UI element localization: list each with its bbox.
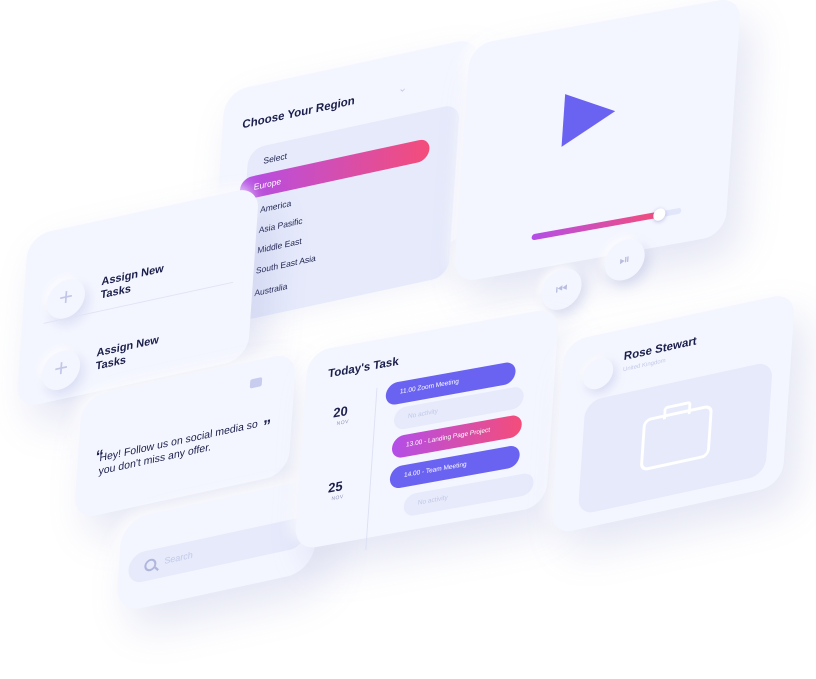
date-day: 20 <box>332 402 349 421</box>
progress-handle[interactable] <box>652 207 666 222</box>
search-input[interactable]: Search <box>127 515 308 585</box>
region-option[interactable]: Select <box>263 151 287 166</box>
avatar[interactable] <box>582 355 615 393</box>
search-icon <box>143 557 157 573</box>
date-day: 25 <box>327 478 344 496</box>
region-option[interactable]: Australia <box>254 281 288 298</box>
quote-close-mark: ” <box>262 417 272 437</box>
progress-fill <box>531 211 660 241</box>
assign-task-label: Assign New Tasks <box>95 333 160 373</box>
media-player-card: ⏮ ⏯ <box>453 0 742 314</box>
assign-task-label: Assign New Tasks <box>100 262 165 302</box>
region-title: Choose Your Region <box>241 94 356 132</box>
quote-text: Hey! Follow us on social media so you do… <box>98 417 259 478</box>
play-pause-icon[interactable]: ⏯ <box>603 235 647 284</box>
plus-icon[interactable]: + <box>40 346 82 394</box>
progress-bar[interactable] <box>531 207 682 241</box>
date-month: NOV <box>336 418 350 428</box>
play-icon[interactable] <box>561 84 618 147</box>
timeline-line <box>365 387 378 551</box>
date-month: NOV <box>331 493 344 503</box>
todays-task-card: Today's Task 20 NOV 25 NOV 11.00 Zoom Me… <box>294 306 560 551</box>
region-option[interactable]: America <box>260 198 292 215</box>
chat-icon <box>249 376 263 389</box>
region-option[interactable]: Middle East <box>257 236 302 256</box>
skip-previous-icon[interactable]: ⏮ <box>540 265 583 314</box>
photo-placeholder[interactable] <box>577 360 774 516</box>
region-option[interactable]: Asia Pasific <box>258 215 303 235</box>
today-title: Today's Task <box>327 355 400 381</box>
profile-card: Rose Stewart United Kingdom <box>550 291 796 536</box>
region-option[interactable]: South East Asia <box>256 253 317 276</box>
search-placeholder: Search <box>164 549 194 567</box>
ui-kit-showcase: Choose Your Region ⌄ Select Europe Ameri… <box>0 0 816 679</box>
camera-icon <box>639 403 714 472</box>
region-option-selected[interactable]: Europe <box>239 137 431 202</box>
chevron-down-icon[interactable]: ⌄ <box>398 80 408 95</box>
region-dropdown[interactable]: Select Europe America Asia Pasific Middl… <box>236 103 461 323</box>
